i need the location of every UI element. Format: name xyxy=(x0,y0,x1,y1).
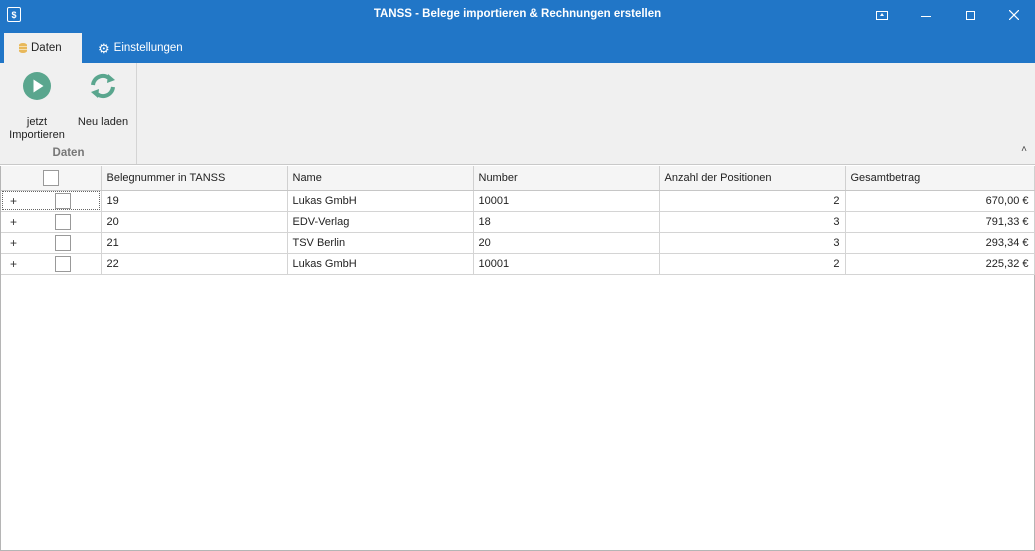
tab-einstellungen-label: Einstellungen xyxy=(113,42,183,54)
row-checkbox[interactable] xyxy=(55,255,71,272)
tab-daten[interactable]: Daten xyxy=(4,33,82,63)
gears-icon: ⚙ xyxy=(98,40,110,56)
table-row[interactable]: + 19 Lukas GmbH 10001 2 670,00 € xyxy=(1,190,1035,212)
row-selector: + xyxy=(1,232,102,254)
cell-gesamtbetrag[interactable]: 293,34 € xyxy=(845,232,1035,254)
expand-row-button[interactable]: + xyxy=(10,215,17,229)
expand-row-button[interactable]: + xyxy=(10,236,17,250)
cell-number[interactable]: 10001 xyxy=(473,190,660,212)
row-selector: + xyxy=(1,253,102,275)
column-header-name[interactable]: Name xyxy=(287,166,474,191)
expand-row-button[interactable]: + xyxy=(10,194,17,208)
cell-belegnummer[interactable]: 22 xyxy=(101,253,288,275)
maximize-icon xyxy=(965,10,975,20)
select-all-header xyxy=(1,166,102,191)
data-grid: Belegnummer in TANSS Name Number Anzahl … xyxy=(0,166,1035,551)
cell-positionen[interactable]: 3 xyxy=(659,211,846,233)
restore-icon xyxy=(876,10,888,20)
row-selector: + xyxy=(1,211,102,233)
row-checkbox[interactable] xyxy=(55,234,71,251)
reload-label: Neu laden xyxy=(77,116,129,128)
ribbon-group-label: Daten xyxy=(52,147,85,159)
import-now-button[interactable]: jetzt Importieren xyxy=(4,69,70,142)
table-row[interactable]: + 22 Lukas GmbH 10001 2 225,32 € xyxy=(1,253,1035,275)
cell-number[interactable]: 20 xyxy=(473,232,660,254)
restore-ribbon-button[interactable] xyxy=(860,0,904,30)
cell-name[interactable]: EDV-Verlag xyxy=(287,211,474,233)
row-checkbox[interactable] xyxy=(55,213,71,230)
tab-einstellungen[interactable]: ⚙ Einstellungen xyxy=(92,33,192,63)
row-checkbox[interactable] xyxy=(55,192,71,209)
ribbon-tabstrip: Daten ⚙ Einstellungen xyxy=(0,30,1035,63)
cell-name[interactable]: TSV Berlin xyxy=(287,232,474,254)
ribbon-panel: jetzt Importieren Neu laden Daten ˄ xyxy=(0,63,1035,165)
column-header-gesamtbetrag[interactable]: Gesamtbetrag xyxy=(845,166,1035,191)
tab-daten-label: Daten xyxy=(31,42,62,54)
import-now-label: jetzt Importieren xyxy=(9,116,65,141)
select-all-checkbox[interactable] xyxy=(43,170,59,186)
minimize-icon xyxy=(921,15,931,17)
cell-positionen[interactable]: 2 xyxy=(659,190,846,212)
cell-gesamtbetrag[interactable]: 670,00 € xyxy=(845,190,1035,212)
header-row: Belegnummer in TANSS Name Number Anzahl … xyxy=(1,166,1035,191)
close-icon xyxy=(1009,10,1019,20)
table-row[interactable]: + 21 TSV Berlin 20 3 293,34 € xyxy=(1,232,1035,254)
ribbon-group-daten: jetzt Importieren Neu laden Daten xyxy=(0,63,137,164)
column-header-positionen[interactable]: Anzahl der Positionen xyxy=(659,166,846,191)
cell-belegnummer[interactable]: 20 xyxy=(101,211,288,233)
row-selector: + xyxy=(1,190,102,212)
table-row[interactable]: + 20 EDV-Verlag 18 3 791,33 € xyxy=(1,211,1035,233)
maximize-button[interactable] xyxy=(948,0,992,30)
cell-belegnummer[interactable]: 21 xyxy=(101,232,288,254)
belege-table: Belegnummer in TANSS Name Number Anzahl … xyxy=(1,166,1035,275)
cell-positionen[interactable]: 3 xyxy=(659,232,846,254)
cell-number[interactable]: 10001 xyxy=(473,253,660,275)
title-bar: $ TANSS - Belege importieren & Rechnunge… xyxy=(0,0,1035,30)
column-header-number[interactable]: Number xyxy=(473,166,660,191)
close-button[interactable] xyxy=(992,0,1035,30)
minimize-button[interactable] xyxy=(904,0,948,30)
collapse-ribbon-icon[interactable]: ˄ xyxy=(1021,144,1027,155)
cell-positionen[interactable]: 2 xyxy=(659,253,846,275)
play-icon xyxy=(23,72,51,100)
reload-button[interactable]: Neu laden xyxy=(72,69,134,129)
cell-gesamtbetrag[interactable]: 225,32 € xyxy=(845,253,1035,275)
expand-row-button[interactable]: + xyxy=(10,257,17,271)
cell-belegnummer[interactable]: 19 xyxy=(101,190,288,212)
cell-name[interactable]: Lukas GmbH xyxy=(287,190,474,212)
cell-gesamtbetrag[interactable]: 791,33 € xyxy=(845,211,1035,233)
refresh-icon xyxy=(91,73,115,99)
cell-name[interactable]: Lukas GmbH xyxy=(287,253,474,275)
database-icon xyxy=(19,43,27,53)
cell-number[interactable]: 18 xyxy=(473,211,660,233)
column-header-belegnummer[interactable]: Belegnummer in TANSS xyxy=(101,166,288,191)
